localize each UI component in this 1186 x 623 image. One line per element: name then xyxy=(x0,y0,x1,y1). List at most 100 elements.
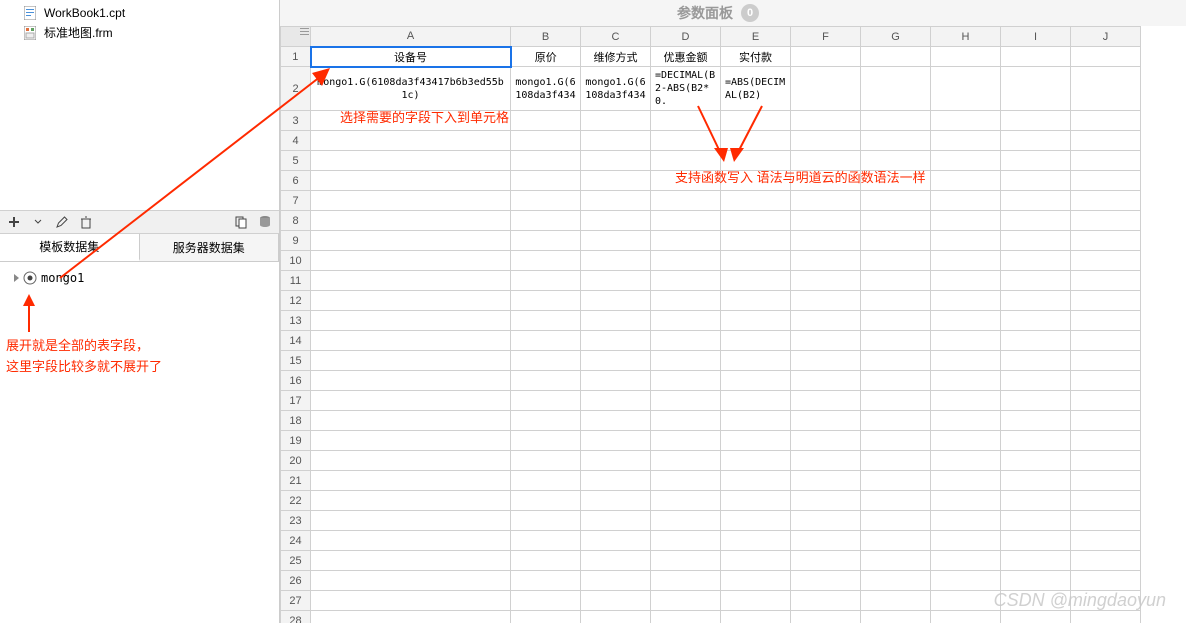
cell-C14[interactable] xyxy=(581,331,651,351)
cell-E8[interactable] xyxy=(721,211,791,231)
row-header-23[interactable]: 23 xyxy=(281,511,311,531)
cell-B3[interactable] xyxy=(511,111,581,131)
col-header-F[interactable]: F xyxy=(791,27,861,47)
col-header-I[interactable]: I xyxy=(1001,27,1071,47)
col-header-B[interactable]: B xyxy=(511,27,581,47)
cell-D26[interactable] xyxy=(651,571,721,591)
cell-G25[interactable] xyxy=(861,551,931,571)
row-header-20[interactable]: 20 xyxy=(281,451,311,471)
cell-D12[interactable] xyxy=(651,291,721,311)
row-header-27[interactable]: 27 xyxy=(281,591,311,611)
cell-H19[interactable] xyxy=(931,431,1001,451)
file-item-map[interactable]: 标准地图.frm xyxy=(0,22,279,43)
row-header-19[interactable]: 19 xyxy=(281,431,311,451)
cell-J20[interactable] xyxy=(1071,451,1141,471)
cell-F21[interactable] xyxy=(791,471,861,491)
cell-J23[interactable] xyxy=(1071,511,1141,531)
cell-J21[interactable] xyxy=(1071,471,1141,491)
cell-F9[interactable] xyxy=(791,231,861,251)
cell-C17[interactable] xyxy=(581,391,651,411)
cell-F14[interactable] xyxy=(791,331,861,351)
cell-A5[interactable] xyxy=(311,151,511,171)
cell-C13[interactable] xyxy=(581,311,651,331)
cell-B7[interactable] xyxy=(511,191,581,211)
cell-C6[interactable] xyxy=(581,171,651,191)
cell-I26[interactable] xyxy=(1001,571,1071,591)
cell-D25[interactable] xyxy=(651,551,721,571)
cell-A9[interactable] xyxy=(311,231,511,251)
cell-B21[interactable] xyxy=(511,471,581,491)
row-header-6[interactable]: 6 xyxy=(281,171,311,191)
cell-I8[interactable] xyxy=(1001,211,1071,231)
cell-F27[interactable] xyxy=(791,591,861,611)
cell-G28[interactable] xyxy=(861,611,931,623)
cell-B26[interactable] xyxy=(511,571,581,591)
cell-D28[interactable] xyxy=(651,611,721,623)
cell-A27[interactable] xyxy=(311,591,511,611)
cell-J17[interactable] xyxy=(1071,391,1141,411)
cell-I25[interactable] xyxy=(1001,551,1071,571)
cell-D7[interactable] xyxy=(651,191,721,211)
cell-F13[interactable] xyxy=(791,311,861,331)
cell-G17[interactable] xyxy=(861,391,931,411)
cell-B1[interactable]: 原价 xyxy=(511,47,581,67)
row-header-14[interactable]: 14 xyxy=(281,331,311,351)
cell-H24[interactable] xyxy=(931,531,1001,551)
cell-D23[interactable] xyxy=(651,511,721,531)
cell-A26[interactable] xyxy=(311,571,511,591)
cell-G27[interactable] xyxy=(861,591,931,611)
cell-J26[interactable] xyxy=(1071,571,1141,591)
cell-B27[interactable] xyxy=(511,591,581,611)
cell-C3[interactable] xyxy=(581,111,651,131)
cell-C8[interactable] xyxy=(581,211,651,231)
cell-H28[interactable] xyxy=(931,611,1001,623)
cell-G19[interactable] xyxy=(861,431,931,451)
delete-button[interactable] xyxy=(76,212,96,232)
add-button[interactable] xyxy=(4,212,24,232)
cell-F12[interactable] xyxy=(791,291,861,311)
cell-D21[interactable] xyxy=(651,471,721,491)
cell-D24[interactable] xyxy=(651,531,721,551)
cell-E23[interactable] xyxy=(721,511,791,531)
cell-G13[interactable] xyxy=(861,311,931,331)
cell-F4[interactable] xyxy=(791,131,861,151)
cell-B23[interactable] xyxy=(511,511,581,531)
cell-F25[interactable] xyxy=(791,551,861,571)
cell-G18[interactable] xyxy=(861,411,931,431)
cell-C12[interactable] xyxy=(581,291,651,311)
cell-C4[interactable] xyxy=(581,131,651,151)
cell-H4[interactable] xyxy=(931,131,1001,151)
cell-A17[interactable] xyxy=(311,391,511,411)
cell-D27[interactable] xyxy=(651,591,721,611)
cell-G23[interactable] xyxy=(861,511,931,531)
cell-I28[interactable] xyxy=(1001,611,1071,623)
cell-C28[interactable] xyxy=(581,611,651,623)
cell-G24[interactable] xyxy=(861,531,931,551)
cell-E20[interactable] xyxy=(721,451,791,471)
cell-G8[interactable] xyxy=(861,211,931,231)
cell-J9[interactable] xyxy=(1071,231,1141,251)
row-header-12[interactable]: 12 xyxy=(281,291,311,311)
cell-C25[interactable] xyxy=(581,551,651,571)
cell-B11[interactable] xyxy=(511,271,581,291)
cell-J12[interactable] xyxy=(1071,291,1141,311)
cell-H18[interactable] xyxy=(931,411,1001,431)
row-header-18[interactable]: 18 xyxy=(281,411,311,431)
row-header-21[interactable]: 21 xyxy=(281,471,311,491)
cell-G14[interactable] xyxy=(861,331,931,351)
cell-G2[interactable] xyxy=(861,67,931,111)
cell-J1[interactable] xyxy=(1071,47,1141,67)
cell-A10[interactable] xyxy=(311,251,511,271)
cell-D9[interactable] xyxy=(651,231,721,251)
cell-B13[interactable] xyxy=(511,311,581,331)
cell-I6[interactable] xyxy=(1001,171,1071,191)
edit-button[interactable] xyxy=(52,212,72,232)
param-panel-header[interactable]: 参数面板 0 xyxy=(280,0,1186,26)
cell-C23[interactable] xyxy=(581,511,651,531)
col-header-A[interactable]: A xyxy=(311,27,511,47)
copy-button[interactable] xyxy=(231,212,251,232)
cell-J13[interactable] xyxy=(1071,311,1141,331)
cell-J4[interactable] xyxy=(1071,131,1141,151)
cell-B20[interactable] xyxy=(511,451,581,471)
col-header-C[interactable]: C xyxy=(581,27,651,47)
